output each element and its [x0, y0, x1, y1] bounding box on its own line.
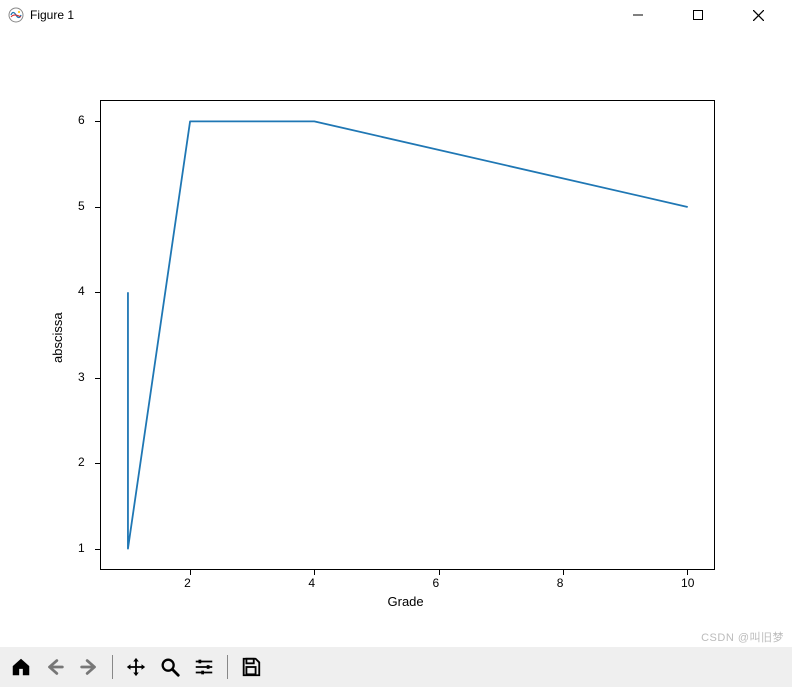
x-tick-label: 10: [681, 576, 694, 590]
app-icon: [8, 7, 24, 23]
y-tick-label: 5: [78, 199, 90, 213]
minimize-button[interactable]: [620, 3, 656, 27]
x-axis-label: Grade: [388, 594, 424, 609]
back-button[interactable]: [40, 652, 70, 682]
watermark: CSDN @叫旧梦: [701, 629, 784, 645]
toolbar-separator: [227, 655, 228, 679]
x-tick-label: 4: [308, 576, 315, 590]
titlebar: Figure 1: [0, 0, 792, 30]
y-axis-label: abscissa: [50, 312, 65, 363]
x-tick-label: 8: [557, 576, 564, 590]
y-tick-label: 4: [78, 284, 90, 298]
pan-button[interactable]: [121, 652, 151, 682]
plot-canvas: abscissa Grade 246810123456: [0, 30, 792, 647]
toolbar-separator: [112, 655, 113, 679]
close-button[interactable]: [740, 3, 776, 27]
window-controls: [620, 3, 784, 27]
plot-svg: [100, 100, 715, 570]
x-tick-label: 2: [184, 576, 191, 590]
y-tick-label: 6: [78, 113, 90, 127]
home-button[interactable]: [6, 652, 36, 682]
x-tick-label: 6: [433, 576, 440, 590]
toolbar: [0, 647, 792, 687]
y-tick-label: 1: [78, 541, 90, 555]
window-title: Figure 1: [30, 8, 74, 22]
save-button[interactable]: [236, 652, 266, 682]
zoom-button[interactable]: [155, 652, 185, 682]
y-tick-label: 2: [78, 455, 90, 469]
y-tick-label: 3: [78, 370, 90, 384]
maximize-button[interactable]: [680, 3, 716, 27]
forward-button[interactable]: [74, 652, 104, 682]
data-line: [128, 121, 687, 548]
configure-button[interactable]: [189, 652, 219, 682]
